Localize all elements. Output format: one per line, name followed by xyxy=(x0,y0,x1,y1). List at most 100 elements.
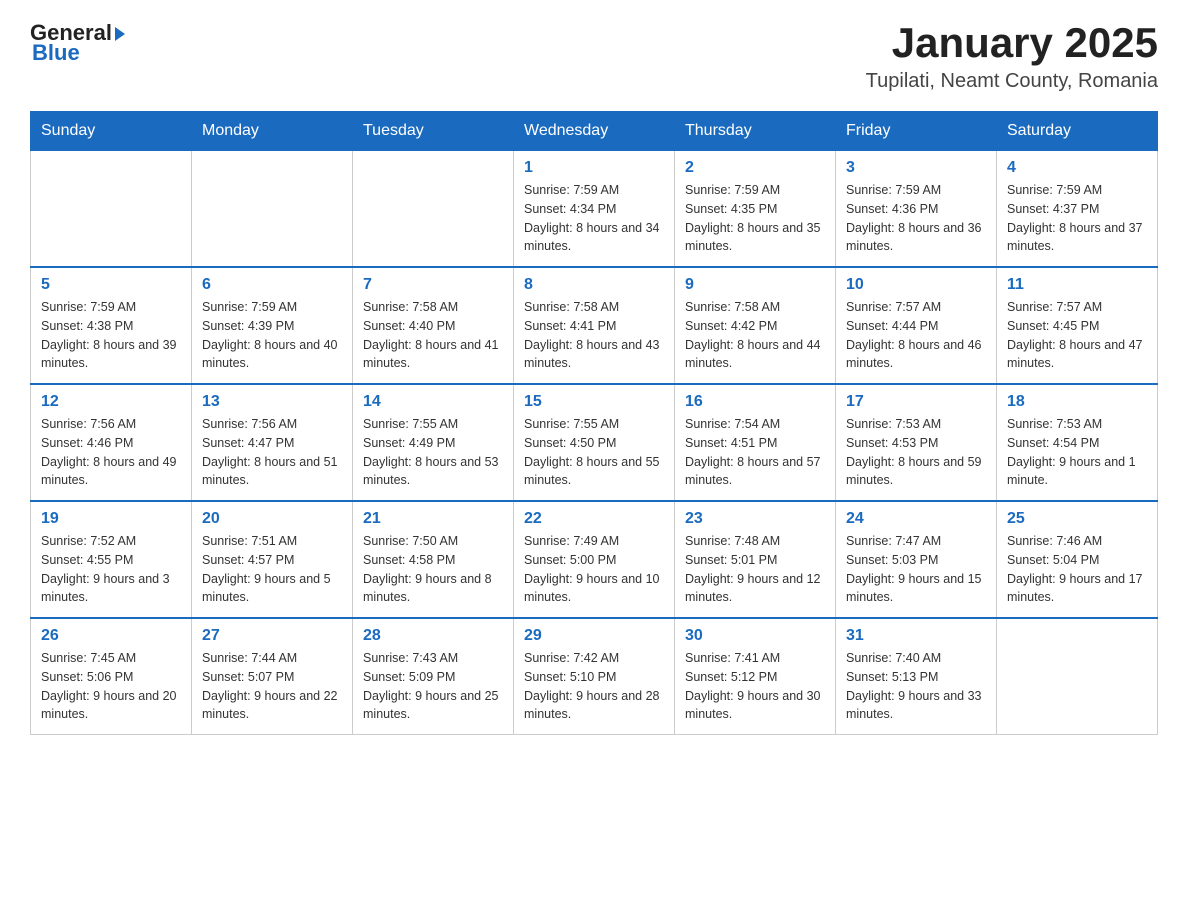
calendar-cell: 13 Sunrise: 7:56 AMSunset: 4:47 PMDayligh… xyxy=(192,384,353,501)
calendar-cell: 14 Sunrise: 7:55 AMSunset: 4:49 PMDayligh… xyxy=(353,384,514,501)
day-number: 25 xyxy=(1007,510,1147,528)
calendar-cell: 25Sunrise: 7:46 AMSunset: 5:04 PMDayligh… xyxy=(997,501,1158,618)
day-info: Sunrise: 7:51 AMSunset: 4:57 PMDaylight:… xyxy=(202,532,342,607)
day-info: Sunrise: 7:59 AMSunset: 4:38 PMDaylight:… xyxy=(41,298,181,373)
day-info: Sunrise: 7:59 AMSunset: 4:39 PMDaylight:… xyxy=(202,298,342,373)
calendar-cell: 4 Sunrise: 7:59 AMSunset: 4:37 PMDaylight… xyxy=(997,151,1158,268)
day-info: Sunrise: 7:47 AMSunset: 5:03 PMDaylight:… xyxy=(846,532,986,607)
day-info: Sunrise: 7:53 AMSunset: 4:53 PMDaylight:… xyxy=(846,415,986,490)
calendar-cell: 21 Sunrise: 7:50 AMSunset: 4:58 PMDayligh… xyxy=(353,501,514,618)
calendar-cell: 5 Sunrise: 7:59 AMSunset: 4:38 PMDaylight… xyxy=(31,267,192,384)
day-of-week-header: Sunday xyxy=(31,112,192,151)
day-number: 23 xyxy=(685,510,825,528)
day-number: 31 xyxy=(846,627,986,645)
calendar-cell: 6 Sunrise: 7:59 AMSunset: 4:39 PMDaylight… xyxy=(192,267,353,384)
day-info: Sunrise: 7:48 AMSunset: 5:01 PMDaylight:… xyxy=(685,532,825,607)
calendar-cell: 23 Sunrise: 7:48 AMSunset: 5:01 PMDayligh… xyxy=(675,501,836,618)
day-info: Sunrise: 7:54 AMSunset: 4:51 PMDaylight:… xyxy=(685,415,825,490)
day-number: 21 xyxy=(363,510,503,528)
day-info: Sunrise: 7:44 AMSunset: 5:07 PMDaylight:… xyxy=(202,649,342,724)
day-info: Sunrise: 7:57 AMSunset: 4:45 PMDaylight:… xyxy=(1007,298,1147,373)
calendar-cell xyxy=(192,151,353,268)
day-info: Sunrise: 7:58 AMSunset: 4:40 PMDaylight:… xyxy=(363,298,503,373)
calendar-cell: 16 Sunrise: 7:54 AMSunset: 4:51 PMDayligh… xyxy=(675,384,836,501)
day-info: Sunrise: 7:59 AMSunset: 4:36 PMDaylight:… xyxy=(846,181,986,256)
calendar-cell xyxy=(997,618,1158,735)
day-info: Sunrise: 7:40 AMSunset: 5:13 PMDaylight:… xyxy=(846,649,986,724)
day-number: 18 xyxy=(1007,393,1147,411)
day-number: 2 xyxy=(685,159,825,177)
day-info: Sunrise: 7:42 AMSunset: 5:10 PMDaylight:… xyxy=(524,649,664,724)
day-of-week-header: Wednesday xyxy=(514,112,675,151)
day-info: Sunrise: 7:45 AMSunset: 5:06 PMDaylight:… xyxy=(41,649,181,724)
day-info: Sunrise: 7:41 AMSunset: 5:12 PMDaylight:… xyxy=(685,649,825,724)
month-year-title: January 2025 xyxy=(866,20,1158,66)
day-number: 10 xyxy=(846,276,986,294)
day-info: Sunrise: 7:49 AMSunset: 5:00 PMDaylight:… xyxy=(524,532,664,607)
calendar-body: 1Sunrise: 7:59 AMSunset: 4:34 PMDaylight… xyxy=(31,151,1158,735)
calendar-week-row: 1Sunrise: 7:59 AMSunset: 4:34 PMDaylight… xyxy=(31,151,1158,268)
day-of-week-header: Saturday xyxy=(997,112,1158,151)
logo-blue: Blue xyxy=(32,40,80,66)
calendar-cell: 7Sunrise: 7:58 AMSunset: 4:40 PMDaylight… xyxy=(353,267,514,384)
day-number: 5 xyxy=(41,276,181,294)
day-number: 19 xyxy=(41,510,181,528)
day-info: Sunrise: 7:53 AMSunset: 4:54 PMDaylight:… xyxy=(1007,415,1147,490)
calendar-cell: 12Sunrise: 7:56 AMSunset: 4:46 PMDayligh… xyxy=(31,384,192,501)
day-number: 3 xyxy=(846,159,986,177)
day-info: Sunrise: 7:57 AMSunset: 4:44 PMDaylight:… xyxy=(846,298,986,373)
day-number: 20 xyxy=(202,510,342,528)
day-number: 16 xyxy=(685,393,825,411)
day-info: Sunrise: 7:43 AMSunset: 5:09 PMDaylight:… xyxy=(363,649,503,724)
calendar-cell: 20 Sunrise: 7:51 AMSunset: 4:57 PMDayligh… xyxy=(192,501,353,618)
calendar-cell: 26 Sunrise: 7:45 AMSunset: 5:06 PMDayligh… xyxy=(31,618,192,735)
calendar-cell: 1Sunrise: 7:59 AMSunset: 4:34 PMDaylight… xyxy=(514,151,675,268)
page-header: General Blue January 2025 Tupilati, Neam… xyxy=(30,20,1158,93)
day-number: 30 xyxy=(685,627,825,645)
day-number: 26 xyxy=(41,627,181,645)
day-info: Sunrise: 7:55 AMSunset: 4:49 PMDaylight:… xyxy=(363,415,503,490)
day-number: 28 xyxy=(363,627,503,645)
calendar-cell xyxy=(31,151,192,268)
day-number: 6 xyxy=(202,276,342,294)
calendar-week-row: 5 Sunrise: 7:59 AMSunset: 4:38 PMDaylight… xyxy=(31,267,1158,384)
calendar-cell: 24 Sunrise: 7:47 AMSunset: 5:03 PMDayligh… xyxy=(836,501,997,618)
day-info: Sunrise: 7:58 AMSunset: 4:42 PMDaylight:… xyxy=(685,298,825,373)
day-number: 1 xyxy=(524,159,664,177)
day-number: 8 xyxy=(524,276,664,294)
logo-arrow-icon xyxy=(115,27,125,41)
day-number: 13 xyxy=(202,393,342,411)
location-subtitle: Tupilati, Neamt County, Romania xyxy=(866,70,1158,93)
day-number: 15 xyxy=(524,393,664,411)
calendar-cell: 3 Sunrise: 7:59 AMSunset: 4:36 PMDaylight… xyxy=(836,151,997,268)
logo: General Blue xyxy=(30,20,125,66)
day-info: Sunrise: 7:52 AMSunset: 4:55 PMDaylight:… xyxy=(41,532,181,607)
calendar-cell: 2Sunrise: 7:59 AMSunset: 4:35 PMDaylight… xyxy=(675,151,836,268)
calendar-cell: 27Sunrise: 7:44 AMSunset: 5:07 PMDayligh… xyxy=(192,618,353,735)
calendar-cell: 11 Sunrise: 7:57 AMSunset: 4:45 PMDayligh… xyxy=(997,267,1158,384)
calendar-cell: 18 Sunrise: 7:53 AMSunset: 4:54 PMDayligh… xyxy=(997,384,1158,501)
title-block: January 2025 Tupilati, Neamt County, Rom… xyxy=(866,20,1158,93)
calendar-cell xyxy=(353,151,514,268)
day-number: 4 xyxy=(1007,159,1147,177)
day-info: Sunrise: 7:59 AMSunset: 4:37 PMDaylight:… xyxy=(1007,181,1147,256)
calendar-cell: 30 Sunrise: 7:41 AMSunset: 5:12 PMDayligh… xyxy=(675,618,836,735)
day-of-week-header: Monday xyxy=(192,112,353,151)
calendar-cell: 9Sunrise: 7:58 AMSunset: 4:42 PMDaylight… xyxy=(675,267,836,384)
calendar-cell: 19 Sunrise: 7:52 AMSunset: 4:55 PMDayligh… xyxy=(31,501,192,618)
calendar-header-row: SundayMondayTuesdayWednesdayThursdayFrid… xyxy=(31,112,1158,151)
calendar-week-row: 26 Sunrise: 7:45 AMSunset: 5:06 PMDayligh… xyxy=(31,618,1158,735)
day-number: 14 xyxy=(363,393,503,411)
calendar-cell: 17Sunrise: 7:53 AMSunset: 4:53 PMDayligh… xyxy=(836,384,997,501)
day-number: 11 xyxy=(1007,276,1147,294)
calendar-cell: 31 Sunrise: 7:40 AMSunset: 5:13 PMDayligh… xyxy=(836,618,997,735)
calendar-cell: 29Sunrise: 7:42 AMSunset: 5:10 PMDayligh… xyxy=(514,618,675,735)
day-info: Sunrise: 7:56 AMSunset: 4:46 PMDaylight:… xyxy=(41,415,181,490)
day-info: Sunrise: 7:50 AMSunset: 4:58 PMDaylight:… xyxy=(363,532,503,607)
day-of-week-header: Thursday xyxy=(675,112,836,151)
day-info: Sunrise: 7:56 AMSunset: 4:47 PMDaylight:… xyxy=(202,415,342,490)
calendar-cell: 15Sunrise: 7:55 AMSunset: 4:50 PMDayligh… xyxy=(514,384,675,501)
day-number: 24 xyxy=(846,510,986,528)
calendar-week-row: 19 Sunrise: 7:52 AMSunset: 4:55 PMDayligh… xyxy=(31,501,1158,618)
day-info: Sunrise: 7:58 AMSunset: 4:41 PMDaylight:… xyxy=(524,298,664,373)
